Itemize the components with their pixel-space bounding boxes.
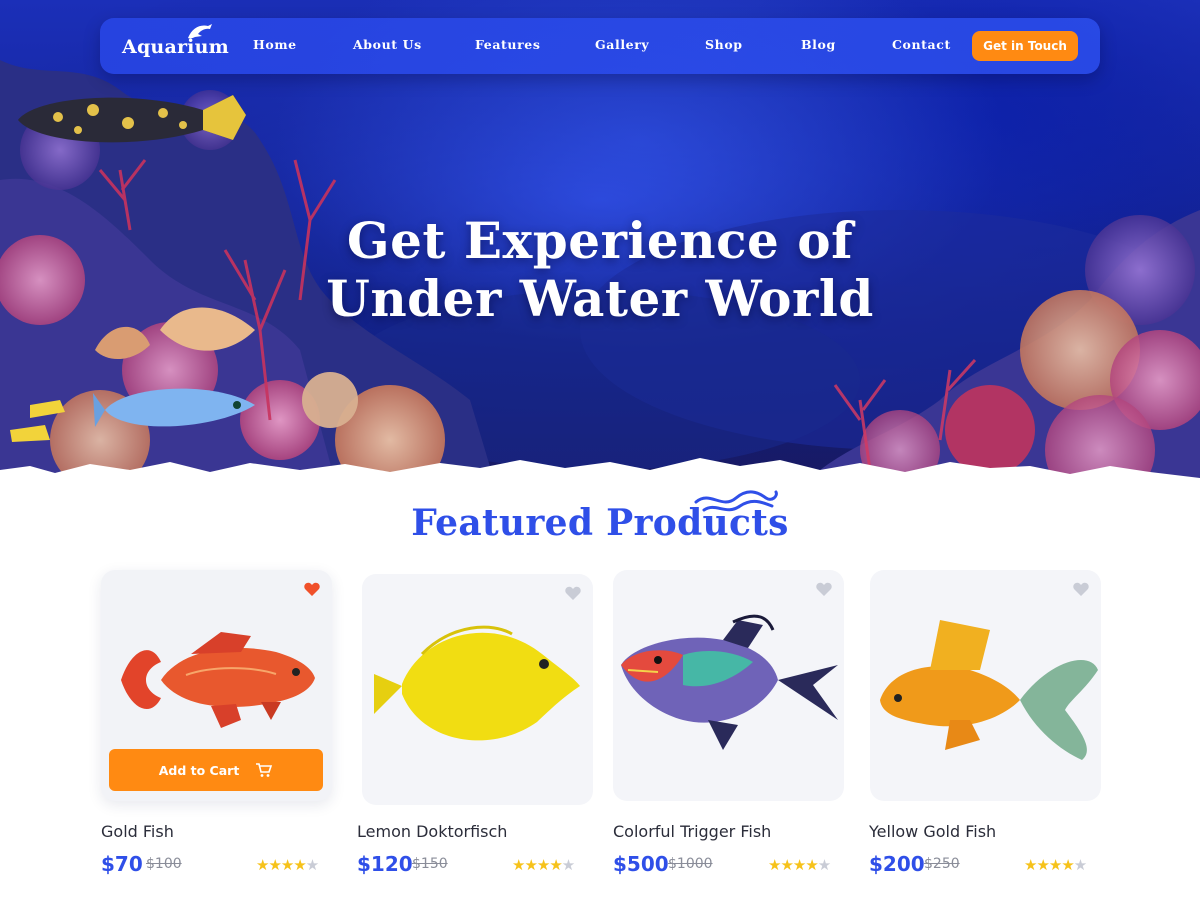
product-price: $120 — [357, 852, 413, 876]
product-old-price: $250 — [924, 856, 960, 872]
get-in-touch-button[interactable]: Get in Touch — [972, 31, 1078, 61]
star-icon: ★★★★ — [512, 857, 563, 874]
product-card-yellow-gold-fish[interactable] — [870, 570, 1101, 801]
star-icon: ★ — [1073, 857, 1087, 874]
star-rating: ★★★★★ — [1024, 856, 1087, 874]
product-old-price: $1000 — [668, 856, 713, 872]
trigger-fish-image — [621, 614, 838, 750]
yellow-gold-fish-image — [880, 620, 1098, 760]
hero-heading-line1: Get Experience of — [346, 211, 854, 270]
brand-logo[interactable]: Aquarium — [122, 24, 229, 58]
star-icon: ★★★★ — [768, 857, 819, 874]
product-old-price: $100 — [146, 856, 182, 872]
product-name: Gold Fish — [101, 822, 174, 841]
star-icon: ★★★★ — [1024, 857, 1075, 874]
hero-heading-line2: Under Water World — [326, 269, 874, 328]
star-icon: ★ — [305, 857, 319, 874]
product-card-gold-fish[interactable]: Add to Cart — [101, 570, 332, 801]
nav-shop[interactable]: Shop — [705, 37, 743, 52]
product-card-colorful-trigger-fish[interactable] — [613, 570, 844, 801]
lemon-doktorfisch-image — [374, 625, 580, 741]
hero-heading: Get Experience of Under Water World — [0, 212, 1200, 328]
nav-gallery[interactable]: Gallery — [595, 37, 649, 52]
product-old-price: $150 — [412, 856, 448, 872]
hero-section: Get Experience of Under Water World — [0, 0, 1200, 500]
nav-contact[interactable]: Contact — [892, 37, 951, 52]
product-price: $70 — [101, 852, 143, 876]
cart-icon — [256, 763, 273, 777]
star-icon: ★ — [817, 857, 831, 874]
nav-home[interactable]: Home — [253, 37, 297, 52]
product-name: Lemon Doktorfisch — [357, 822, 508, 841]
product-price: $200 — [869, 852, 925, 876]
star-icon: ★★★★ — [256, 857, 307, 874]
star-rating: ★★★★★ — [256, 856, 319, 874]
star-rating: ★★★★★ — [512, 856, 575, 874]
featured-products-title: Featured Products — [411, 502, 789, 544]
product-name: Yellow Gold Fish — [869, 822, 997, 841]
product-price: $500 — [613, 852, 669, 876]
star-rating: ★★★★★ — [768, 856, 831, 874]
gold-fish-image — [121, 632, 315, 728]
nav-features[interactable]: Features — [475, 37, 540, 52]
nav-blog[interactable]: Blog — [801, 37, 836, 52]
product-name: Colorful Trigger Fish — [613, 822, 772, 841]
add-to-cart-label: Add to Cart — [158, 762, 240, 778]
nav-about-us[interactable]: About Us — [353, 37, 422, 52]
dolphin-icon — [188, 24, 212, 39]
top-navbar: Aquarium Home About Us Features Gallery … — [100, 18, 1100, 74]
product-card-lemon-doktorfisch[interactable] — [362, 574, 593, 805]
torn-paper-divider — [0, 458, 1200, 500]
add-to-cart-button[interactable]: Add to Cart — [109, 749, 323, 791]
star-icon: ★ — [561, 857, 575, 874]
